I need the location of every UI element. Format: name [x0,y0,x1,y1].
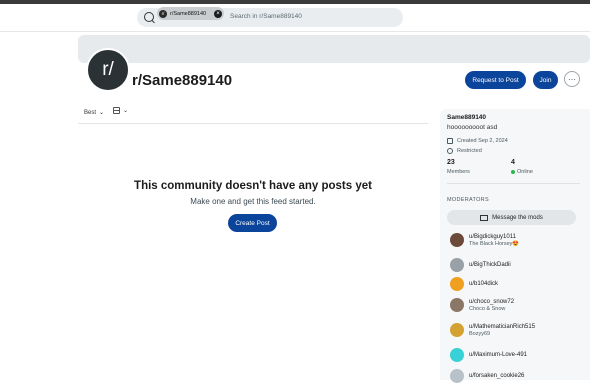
empty-state-title: This community doesn't have any posts ye… [134,180,372,192]
join-button[interactable]: Join [533,71,558,89]
moderator-username[interactable]: u/BigThickDadii [469,262,511,268]
chip-close-icon[interactable]: × [214,9,222,18]
moderator-flair: Choco & Snow [469,305,506,312]
cake-icon [447,138,453,144]
online-status: Online [511,169,533,175]
moderator-avatar[interactable] [450,369,464,383]
community-banner [78,35,590,63]
moderator-avatar[interactable] [450,348,464,362]
members-label: Members [447,169,470,175]
community-search-chip[interactable]: r/ r/Same889140 × [157,7,224,20]
message-mods-button[interactable]: Message the mods [447,210,576,225]
moderator-text: u/Bigdickguy1011 The Black Horsey😍 [469,234,519,247]
moderator-avatar[interactable] [450,258,464,272]
header-bar: Search in r/Same889140 r/ r/Same889140 × [0,4,590,32]
moderator-username[interactable]: u/Maximum-Love-491 [469,352,527,358]
page-title: r/Same889140 [132,72,233,89]
moderator-username[interactable]: u/forsaken_cookie26 [469,373,524,379]
created-date: Created Sep 2, 2024 [447,138,508,144]
moderators-heading: MODERATORS [447,197,489,203]
online-label: Online [517,169,533,175]
view-dropdown[interactable]: ⌄ [113,107,128,114]
online-dot-icon [511,170,515,174]
moderator-item[interactable]: u/forsaken_cookie26 [450,369,524,383]
moderator-text: u/b104dick [469,281,498,287]
moderator-item[interactable]: u/BigThickDadii [450,258,511,272]
created-text: Created Sep 2, 2024 [457,138,508,144]
members-count: 23 [447,159,455,166]
moderator-avatar[interactable] [450,277,464,291]
moderator-avatar[interactable] [450,233,464,247]
moderator-item[interactable]: u/Maximum-Love-491 [450,348,527,362]
moderator-item[interactable]: u/b104dick [450,277,498,291]
feed-divider [78,123,428,124]
visibility-status: Restricted [447,148,482,154]
message-mods-label: Message the mods [492,214,543,221]
online-count: 4 [511,159,515,166]
chevron-down-icon: ⌄ [99,110,105,116]
moderator-avatar[interactable] [450,298,464,312]
sidebar-description: hooooooooot asd [447,124,498,131]
more-options-button[interactable]: ··· [564,71,580,87]
moderator-text: u/Maximum-Love-491 [469,352,527,358]
request-to-post-button[interactable]: Request to Post [465,71,526,89]
chip-label: r/Same889140 [170,10,207,17]
envelope-icon [480,214,489,221]
sort-dropdown[interactable]: Best ⌄ [84,109,105,117]
community-avatar: r/ [86,48,130,92]
moderator-text: u/forsaken_cookie26 [469,373,524,379]
moderator-text: u/MathematicianRich515 Bozyy69 [469,324,535,337]
sidebar-community-name: Same889140 [447,114,487,121]
empty-state-subtitle: Make one and get this feed started. [190,197,316,206]
moderator-text: u/BigThickDadii [469,262,511,268]
moderator-username[interactable]: u/Bigdickguy1011 [469,234,519,240]
moderator-item[interactable]: u/MathematicianRich515 Bozyy69 [450,323,535,337]
moderator-text: u/choco_snow72 Choco & Snow [469,299,514,312]
sidebar-divider [447,183,580,184]
globe-icon [447,148,453,154]
restricted-text: Restricted [457,148,482,154]
moderator-username[interactable]: u/MathematicianRich515 [469,324,535,330]
moderator-flair: Bozyy69 [469,330,491,337]
moderator-flair: The Black Horsey😍 [469,240,520,247]
moderator-item[interactable]: u/Bigdickguy1011 The Black Horsey😍 [450,233,519,247]
moderator-avatar[interactable] [450,323,464,337]
create-post-button[interactable]: Create Post [228,214,277,232]
search-icon [144,12,154,22]
card-view-icon [113,107,120,114]
moderator-username[interactable]: u/choco_snow72 [469,299,514,305]
moderator-username[interactable]: u/b104dick [469,281,498,287]
sort-label: Best [84,109,97,116]
chip-avatar-icon: r/ [159,9,167,18]
moderator-item[interactable]: u/choco_snow72 Choco & Snow [450,298,514,312]
chevron-down-icon: ⌄ [123,108,129,114]
search-placeholder[interactable]: Search in r/Same889140 [230,13,302,20]
